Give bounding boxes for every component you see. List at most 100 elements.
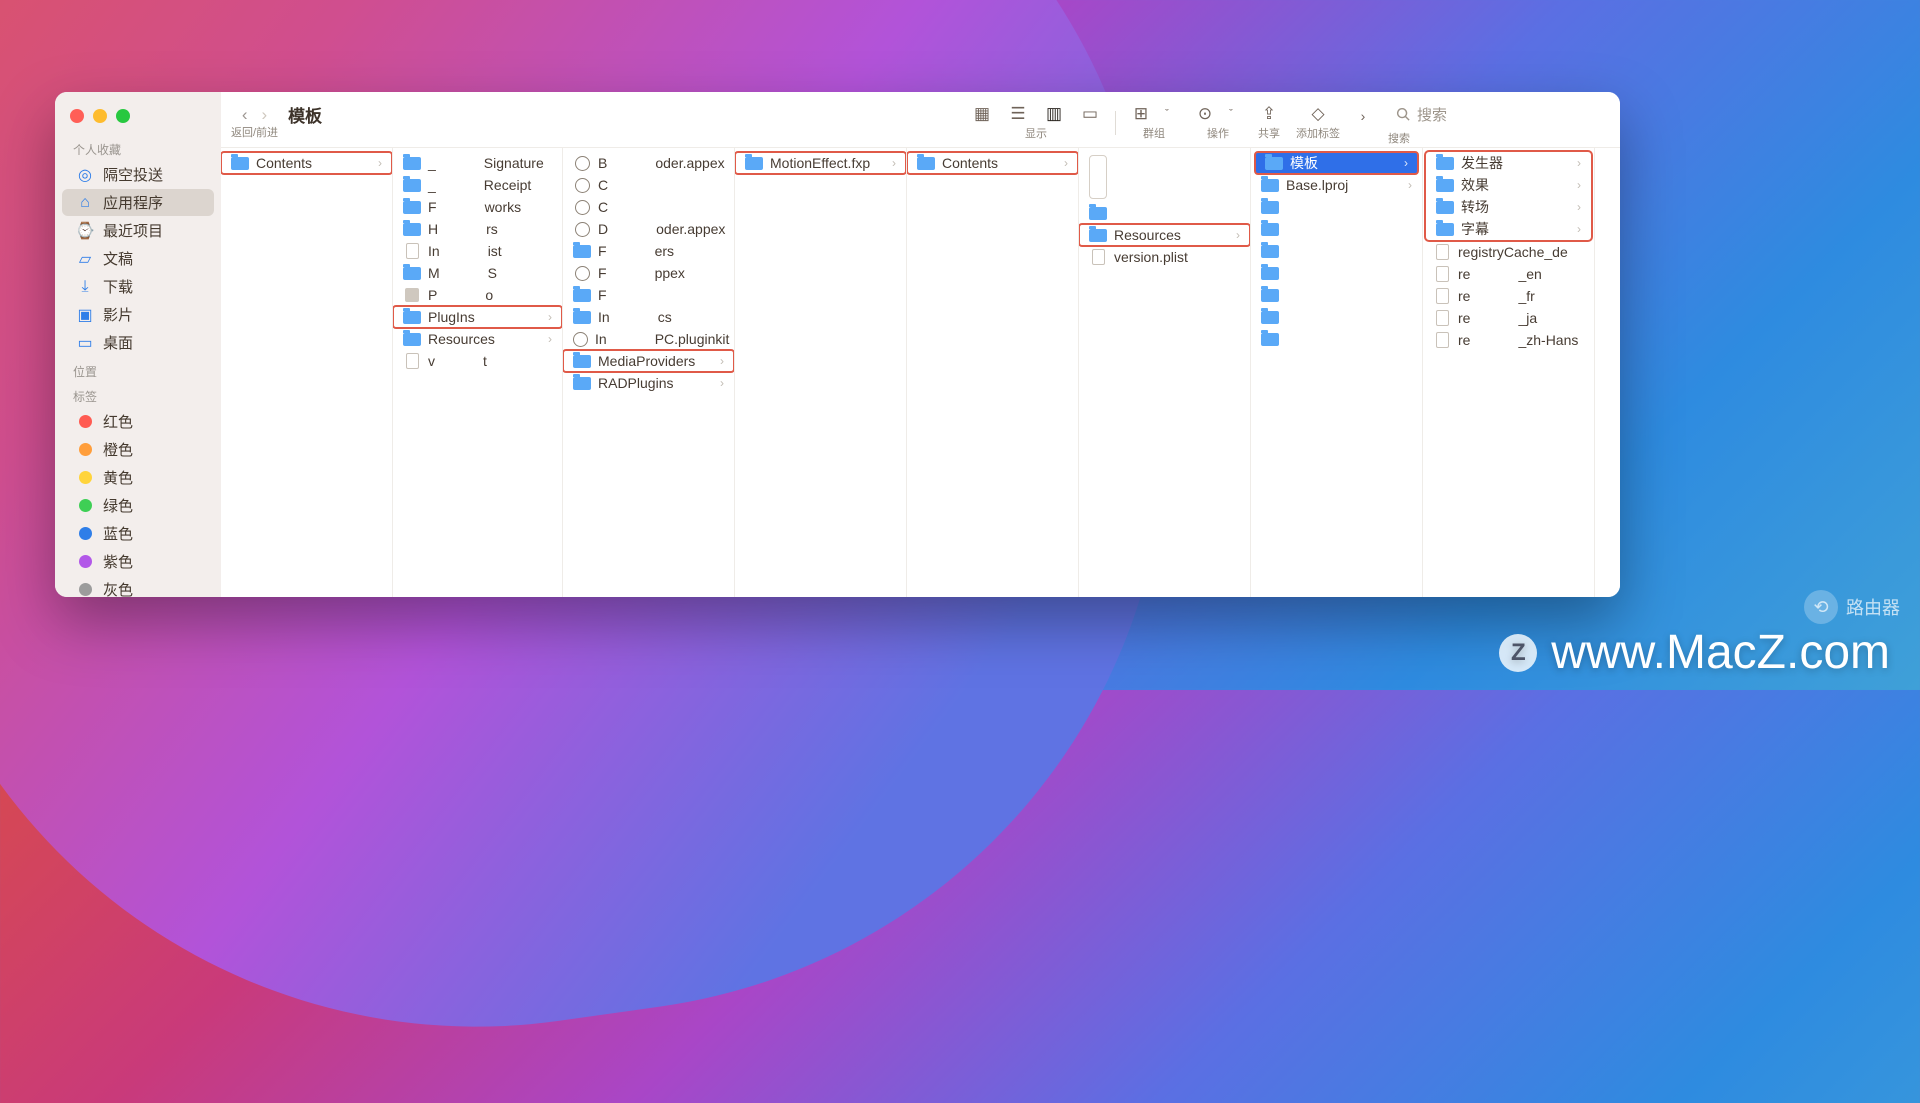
- sidebar-tag[interactable]: 绿色: [62, 492, 214, 519]
- finder-window: 个人收藏 ◎隔空投送⌂应用程序⌚最近项目▱文稿⤓下载▣影片▭桌面 位置 标签 红…: [55, 92, 1620, 597]
- column-view-icon[interactable]: ▥: [1043, 104, 1065, 124]
- list-item[interactable]: _ Receipt: [393, 174, 562, 196]
- list-item[interactable]: 发生器›: [1426, 152, 1591, 174]
- more-icon[interactable]: ›: [1352, 106, 1374, 126]
- list-item[interactable]: Base.lproj›: [1251, 174, 1422, 196]
- list-item[interactable]: Contents›: [907, 152, 1078, 174]
- item-label: 模板: [1290, 153, 1318, 173]
- list-item[interactable]: In ist: [393, 240, 562, 262]
- item-label: [614, 331, 648, 347]
- list-item[interactable]: PlugIns›: [393, 306, 562, 328]
- chevron-right-icon: ›: [1577, 178, 1583, 192]
- column-4: Contents›: [907, 148, 1079, 597]
- list-item[interactable]: v t: [393, 350, 562, 372]
- list-item[interactable]: D oder.appex: [563, 218, 734, 240]
- sidebar-item-recent[interactable]: ⌚最近项目: [62, 217, 214, 244]
- movies-icon: ▣: [76, 306, 94, 324]
- list-item[interactable]: Resources›: [393, 328, 562, 350]
- list-item[interactable]: In cs: [563, 306, 734, 328]
- list-item[interactable]: F ers: [563, 240, 734, 262]
- tag-icon[interactable]: ◇: [1307, 104, 1329, 124]
- sidebar-item-desktop[interactable]: ▭桌面: [62, 329, 214, 356]
- list-item[interactable]: [1251, 306, 1422, 328]
- list-item[interactable]: M S: [393, 262, 562, 284]
- folder-icon: [1089, 205, 1107, 221]
- item-label: [1286, 333, 1376, 346]
- list-item[interactable]: F ppex: [563, 262, 734, 284]
- sidebar-tag[interactable]: 紫色: [62, 548, 214, 575]
- chevron-right-icon: ›: [1408, 178, 1414, 192]
- list-item[interactable]: [1251, 240, 1422, 262]
- item-label: PlugIns: [428, 309, 475, 325]
- sidebar-item-movies[interactable]: ▣影片: [62, 301, 214, 328]
- minimize-icon[interactable]: [93, 109, 107, 123]
- window-title: 模板: [288, 102, 322, 127]
- folder-icon: [403, 221, 421, 237]
- sidebar-tag[interactable]: 蓝色: [62, 520, 214, 547]
- list-item[interactable]: 模板›: [1255, 152, 1418, 174]
- zoom-icon[interactable]: [116, 109, 130, 123]
- sidebar-item-docs[interactable]: ▱文稿: [62, 245, 214, 272]
- list-item[interactable]: [1251, 196, 1422, 218]
- list-item[interactable]: MediaProviders›: [563, 350, 734, 372]
- item-label: [447, 265, 481, 281]
- action-label: 操作: [1207, 125, 1229, 141]
- list-item[interactable]: H rs: [393, 218, 562, 240]
- sidebar-tag[interactable]: 红色: [62, 408, 214, 435]
- list-item[interactable]: RADPlugins›: [563, 372, 734, 394]
- list-item[interactable]: 效果›: [1426, 174, 1591, 196]
- list-item[interactable]: [1251, 218, 1422, 240]
- sidebar-item-airdrop[interactable]: ◎隔空投送: [62, 161, 214, 188]
- tags-label: 添加标签: [1296, 125, 1340, 141]
- list-item[interactable]: F works: [393, 196, 562, 218]
- list-item[interactable]: re _fr: [1423, 285, 1594, 307]
- share-icon[interactable]: ⇪: [1258, 104, 1280, 124]
- sidebar-tag[interactable]: 黄色: [62, 464, 214, 491]
- list-item[interactable]: Resources›: [1079, 224, 1250, 246]
- watermark-z-icon: Z: [1499, 634, 1537, 672]
- sidebar-item-apps[interactable]: ⌂应用程序: [62, 189, 214, 216]
- list-item[interactable]: [1251, 328, 1422, 350]
- list-item[interactable]: [1251, 284, 1422, 306]
- list-item[interactable]: [1251, 262, 1422, 284]
- list-item[interactable]: C: [563, 174, 734, 196]
- gallery-view-icon[interactable]: ▭: [1079, 104, 1101, 124]
- action-icon[interactable]: ⊙: [1194, 104, 1216, 124]
- sidebar: 个人收藏 ◎隔空投送⌂应用程序⌚最近项目▱文稿⤓下载▣影片▭桌面 位置 标签 红…: [55, 92, 221, 597]
- group-icon[interactable]: ⊞: [1130, 104, 1152, 124]
- list-item[interactable]: 字幕›: [1426, 218, 1591, 240]
- list-item[interactable]: P o: [393, 284, 562, 306]
- close-icon[interactable]: [70, 109, 84, 123]
- exec-icon: [573, 177, 591, 193]
- item-label: [443, 155, 477, 171]
- forward-button[interactable]: ›: [262, 105, 268, 125]
- list-item[interactable]: Contents›: [221, 152, 392, 174]
- sidebar-tag[interactable]: 灰色: [62, 576, 214, 597]
- list-item[interactable]: In PC.pluginkit: [563, 328, 734, 350]
- sidebar-tag[interactable]: 橙色: [62, 436, 214, 463]
- list-item[interactable]: [1079, 202, 1250, 224]
- item-label: [1477, 332, 1511, 348]
- list-item[interactable]: version.plist: [1079, 246, 1250, 268]
- search-placeholder: 搜索: [1417, 104, 1447, 125]
- list-item[interactable]: C: [563, 196, 734, 218]
- list-view-icon[interactable]: ☰: [1007, 104, 1029, 124]
- search-input[interactable]: 搜索: [1388, 100, 1598, 129]
- tag-dot-icon: [76, 497, 94, 515]
- file-icon: [403, 243, 421, 259]
- list-item[interactable]: [1079, 152, 1250, 202]
- list-item[interactable]: re _en: [1423, 263, 1594, 285]
- list-item[interactable]: _ Signature: [393, 152, 562, 174]
- list-item[interactable]: registryCache_de: [1423, 241, 1594, 263]
- list-item[interactable]: B oder.appex: [563, 152, 734, 174]
- list-item[interactable]: re _zh-Hans: [1423, 329, 1594, 351]
- sidebar-item-downloads[interactable]: ⤓下载: [62, 273, 214, 300]
- back-button[interactable]: ‹: [242, 105, 248, 125]
- list-item[interactable]: MotionEffect.fxp›: [735, 152, 906, 174]
- list-item[interactable]: 转场›: [1426, 196, 1591, 218]
- icon-view-icon[interactable]: ▦: [971, 104, 993, 124]
- list-item[interactable]: F: [563, 284, 734, 306]
- plist-icon: [1089, 249, 1107, 265]
- list-item[interactable]: re _ja: [1423, 307, 1594, 329]
- item-label: [444, 199, 478, 215]
